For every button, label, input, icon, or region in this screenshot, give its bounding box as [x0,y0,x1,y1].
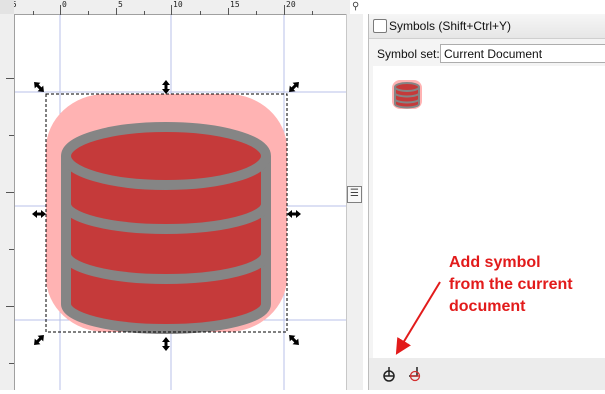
database-symbol[interactable] [46,94,287,334]
remove-symbol-button[interactable] [405,364,425,384]
annotation-line: document [449,298,526,315]
add-symbol-icon [383,367,395,382]
ruler-label: 20 [286,0,296,9]
database-symbol-thumbnail[interactable] [391,78,423,110]
drawing-canvas[interactable] [0,14,346,390]
panel-header: Symbols (Shift+Ctrl+Y) [369,14,605,39]
symbol-set-select[interactable]: Current Document [440,44,605,63]
horizontal-ruler[interactable]: -5 0 5 10 15 20 [0,0,350,15]
canvas-drawing [0,14,346,390]
handle-bottom-left [34,335,44,345]
symbols-panel-icon [373,19,387,33]
handle-right [287,210,301,218]
remove-symbol-icon [409,367,421,382]
symbol-set-label: Symbol set: [377,47,440,61]
symbols-panel: Symbols (Shift+Ctrl+Y) Symbol set: Curre… [368,14,605,390]
handle-bottom-right [289,335,299,345]
add-symbol-button[interactable] [379,364,399,384]
ruler-corner [0,0,14,14]
vertical-ruler[interactable] [0,14,15,390]
snap-toggle-icon[interactable]: ⚲ [352,1,359,12]
handle-left [32,210,46,218]
scrollbar-grip-icon[interactable]: ☰ [347,186,362,203]
ruler-ticks-vertical [6,78,14,364]
ruler-label: 5 [118,0,123,9]
ruler-label: 0 [62,0,67,9]
ruler-label: 10 [173,0,183,9]
panel-footer [369,358,605,390]
annotation-line: from the current [449,276,573,293]
handle-bottom [162,337,170,351]
annotation-line: Add symbol [449,254,541,271]
ruler-label: 15 [230,0,240,9]
annotation-text: Add symbol from the current document [449,252,599,318]
panel-title: Symbols (Shift+Ctrl+Y) [389,19,512,33]
